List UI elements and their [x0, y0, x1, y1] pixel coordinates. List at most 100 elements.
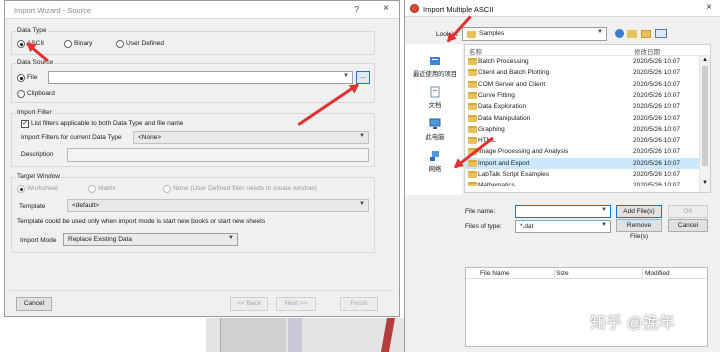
- matrix-label: Matrix: [98, 185, 116, 192]
- new-folder-icon[interactable]: [641, 30, 651, 38]
- cancel-button[interactable]: Cancel: [668, 219, 708, 232]
- file-name: Image Processing and Analysis: [478, 148, 569, 156]
- chevron-down-icon: ▼: [601, 222, 607, 228]
- file-list-item[interactable]: Batch Processing 2020/5/26 10:07: [464, 56, 699, 67]
- title-bar: Import Multiple ASCII ×: [405, 0, 720, 17]
- folder-icon: [468, 103, 477, 111]
- file-list-item[interactable]: Curve Fitting 2020/5/26 10:07: [464, 90, 699, 101]
- folder-icon: [468, 182, 477, 187]
- binary-label: Binary: [74, 40, 93, 47]
- import-mode-label: Import Mode: [20, 237, 57, 244]
- nav-recent-label: 最近使用的项目: [412, 71, 458, 78]
- documents-icon: [430, 86, 440, 98]
- file-list-item[interactable]: COM Server and Client 2020/5/26 10:07: [464, 79, 699, 90]
- close-button[interactable]: ×: [383, 3, 389, 14]
- bottom-separator: [9, 290, 394, 291]
- file-date: 2020/5/26 10:07: [633, 80, 680, 88]
- file-date: 2020/5/26 10:07: [633, 91, 680, 99]
- file-name: Batch Processing: [478, 58, 529, 65]
- file-list-item[interactable]: Import and Export 2020/5/26 10:07: [464, 157, 699, 169]
- list-filters-checkbox[interactable]: ✓: [21, 120, 29, 128]
- user-defined-label: User Defined: [126, 40, 164, 47]
- column-file-name[interactable]: File Name: [480, 270, 510, 277]
- file-name: Data Manipulation: [478, 114, 531, 122]
- file-name-label: File name:: [465, 208, 496, 215]
- file-date: 2020/5/26 10:07: [633, 171, 680, 178]
- close-button[interactable]: ×: [706, 2, 712, 13]
- column-modified[interactable]: Modified: [645, 270, 670, 277]
- view-menu-icon[interactable]: [655, 29, 667, 38]
- app-icon: [410, 4, 419, 13]
- scroll-up-icon[interactable]: ▲: [702, 57, 708, 63]
- file-date: 2020/5/26 10:07: [633, 137, 680, 145]
- add-files-button[interactable]: Add File(s): [616, 205, 662, 218]
- title-bar: Import Wizard - Source ? ×: [5, 1, 399, 19]
- file-list-item[interactable]: Graphing 2020/5/26 10:07: [464, 124, 699, 135]
- nav-recent[interactable]: 最近使用的项目: [406, 55, 464, 78]
- file-list-item[interactable]: Mathematics 2020/5/26 10:07: [464, 180, 699, 187]
- up-folder-icon[interactable]: [627, 30, 637, 38]
- chevron-down-icon: ▼: [597, 29, 603, 35]
- file-path-combo[interactable]: ▼: [48, 71, 353, 84]
- matrix-radio[interactable]: [88, 185, 96, 193]
- column-size[interactable]: Size: [556, 270, 569, 277]
- files-of-type-combo[interactable]: *.dat ▼: [515, 220, 611, 233]
- data-source-title: Data Source: [16, 59, 55, 66]
- selected-files-table[interactable]: File Name Size Modified: [465, 267, 708, 347]
- file-name: COM Server and Client: [478, 80, 546, 88]
- clipboard-radio[interactable]: [17, 90, 25, 98]
- template-combo[interactable]: <default> ▼: [67, 199, 369, 212]
- back-button[interactable]: << Back: [230, 297, 268, 311]
- file-list-item[interactable]: Data Exploration 2020/5/26 10:07: [464, 101, 699, 112]
- folder-icon: [468, 125, 477, 133]
- file-date: 2020/5/26 10:07: [633, 114, 680, 122]
- file-label: File: [27, 74, 38, 81]
- recent-icon: [430, 57, 440, 65]
- help-button[interactable]: ?: [355, 5, 359, 14]
- filters-value: <None>: [138, 134, 162, 141]
- network-icon: [430, 151, 439, 161]
- folder-icon: [468, 91, 477, 99]
- binary-radio[interactable]: [64, 40, 72, 48]
- clipboard-label: Clipboard: [27, 90, 55, 97]
- finish-button[interactable]: Finish: [340, 297, 378, 311]
- file-name-combo[interactable]: ▼: [515, 205, 611, 218]
- background-app-fragment: [206, 318, 406, 352]
- scroll-thumb[interactable]: [702, 66, 708, 166]
- cancel-button[interactable]: Cancel: [16, 297, 52, 311]
- none-radio[interactable]: [163, 185, 171, 193]
- worksheet-radio[interactable]: [17, 185, 25, 193]
- nav-this-pc[interactable]: 此电脑: [406, 118, 464, 141]
- template-label: Template: [19, 203, 46, 210]
- file-name: Client and Batch Plotting: [478, 69, 550, 77]
- import-mode-combo[interactable]: Replace Existing Data ▼: [63, 233, 238, 246]
- look-in-combo[interactable]: Samples ▼: [462, 27, 607, 41]
- template-note: Template could be used only when import …: [17, 218, 266, 225]
- scroll-down-icon[interactable]: ▼: [702, 180, 708, 186]
- none-label: None (User Defined filter needs to creat…: [173, 185, 317, 192]
- description-field[interactable]: [67, 148, 369, 162]
- file-date: 2020/5/26 10:07: [633, 182, 680, 187]
- file-list-item[interactable]: Client and Batch Plotting 2020/5/26 10:07: [464, 67, 699, 78]
- file-date: 2020/5/26 10:07: [633, 159, 680, 167]
- file-name: Import and Export: [478, 159, 530, 167]
- folder-icon: [468, 171, 477, 178]
- file-date: 2020/5/26 10:07: [633, 125, 680, 133]
- ok-button[interactable]: OK: [668, 205, 708, 218]
- scrollbar[interactable]: ▲ ▼: [699, 56, 710, 192]
- import-filter-title: Import Filter: [16, 109, 53, 116]
- nav-documents[interactable]: 文档: [406, 86, 464, 109]
- chevron-down-icon: ▼: [228, 235, 234, 241]
- filters-label: Import Filters for current Data Type: [21, 134, 122, 141]
- back-icon[interactable]: [615, 29, 624, 38]
- next-button[interactable]: Next >>: [276, 297, 316, 311]
- file-list-item[interactable]: Image Processing and Analysis 2020/5/26 1…: [464, 146, 699, 157]
- user-defined-radio[interactable]: [116, 40, 124, 48]
- file-list-item[interactable]: HTML2020/5/26 10:07: [464, 135, 699, 146]
- file-list-item[interactable]: LabTalk Script Examples 2020/5/26 10:07: [464, 169, 699, 180]
- remove-files-button[interactable]: Remove File(s): [616, 219, 662, 240]
- filters-combo[interactable]: <None> ▼: [133, 131, 369, 144]
- file-radio[interactable]: [17, 74, 25, 82]
- file-list-item[interactable]: Data Manipulation 2020/5/26 10:07: [464, 113, 699, 124]
- computer-icon: [429, 118, 441, 129]
